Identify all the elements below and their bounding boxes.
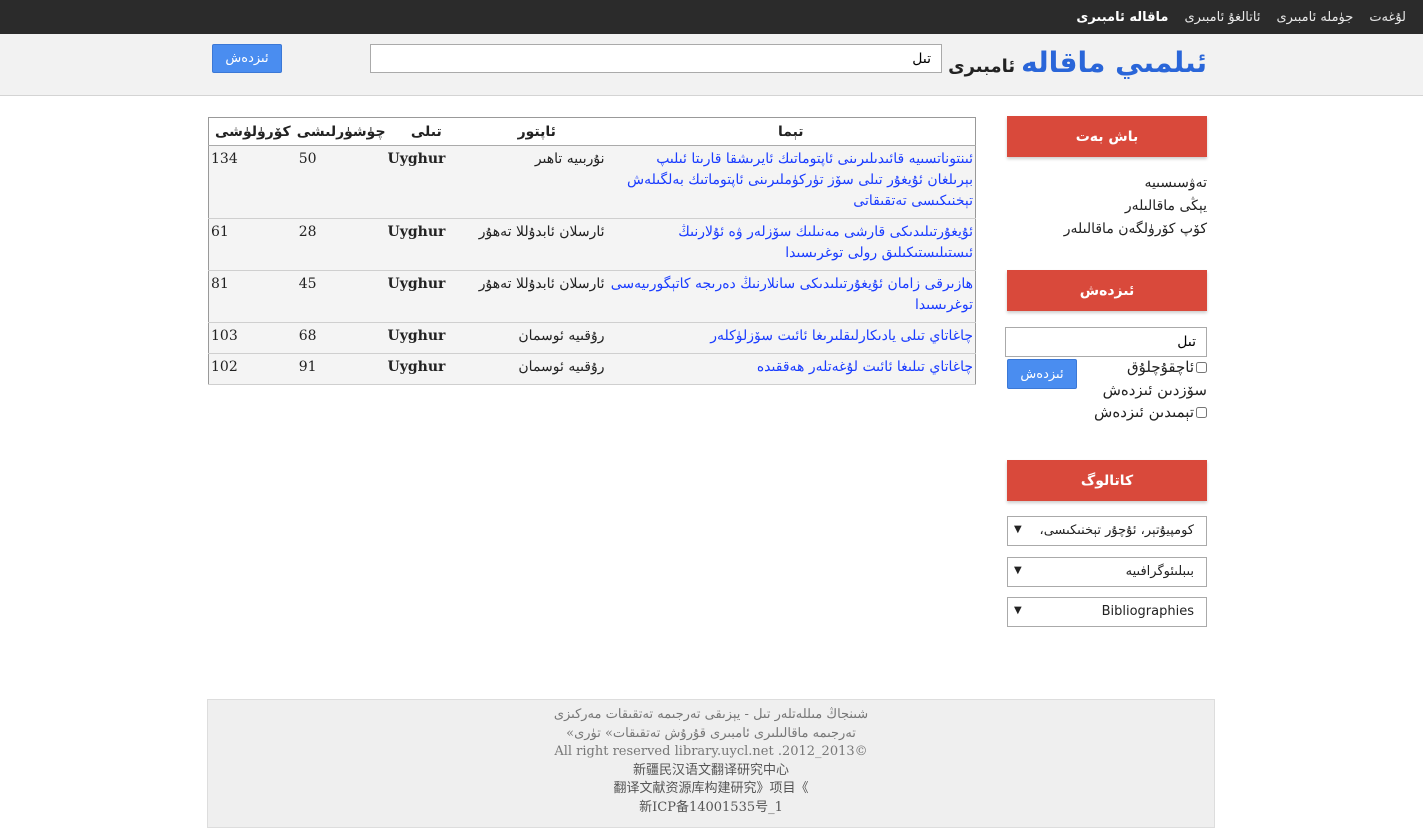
downloads-cell: 68 [296,322,386,354]
top-nav: لۇغەت جۈملە ئامبىرى ئاتالغۇ ئامبىرى ماقا… [1076,0,1406,34]
downloads-cell: 50 [296,145,386,219]
downloads-cell: 45 [296,270,386,323]
table-row: چاغاتاي تىلى يادىكارلىقلىرىغا ئائىت سۆزل… [208,322,976,354]
article-title-link[interactable]: ئىنتوناتسىيە قائىدىلىرىنى ئاپتوماتىك ئاي… [627,151,973,209]
option-search-words[interactable]: سۆزدىن ئىزدەش [1103,381,1207,399]
column-header-downloads[interactable]: چۈشۈرلىشى [296,117,386,146]
table-row: ئۇيغۇرتىلىدىكى قارشى مەنىلىك سۆزلەر ۋە ئ… [208,218,976,271]
language-cell: Uyghur [385,218,467,271]
search-input[interactable] [370,44,942,73]
views-cell: 102 [208,353,297,385]
column-header-views[interactable]: كۆرۈلۈشى [208,117,297,146]
nav-term-bank[interactable]: ئاتالغۇ ئامبىرى [1184,10,1260,25]
views-cell: 103 [208,322,297,354]
author-cell: ئارسلان ئابدۇللا تەھۇر [467,270,607,323]
footer-copyright: All right reserved library.uycl.net .201… [554,744,868,759]
catalog-select-2-value: بىبلىئوگرافىيە [1125,564,1194,579]
keyword-checkbox[interactable] [1196,361,1207,373]
footer-icp-number: 新ICP备14001535号_1 [639,799,783,815]
logo-sub-text: ئامبىرى [948,56,1016,77]
column-header-language[interactable]: تىلى [385,117,467,146]
chevron-down-icon: ▼ [1014,565,1022,576]
views-cell: 61 [208,218,297,271]
chevron-down-icon: ▼ [1014,524,1022,535]
author-cell: ئارسلان ئابدۇللا تەھۇر [467,218,607,271]
language-cell: Uyghur [385,270,467,323]
top-bar: لۇغەت جۈملە ئامبىرى ئاتالغۇ ئامبىرى ماقا… [0,0,1423,34]
table-row: ئىنتوناتسىيە قائىدىلىرىنى ئاپتوماتىك ئاي… [208,145,976,219]
author-cell: رۇقىيە ئوسمان [467,353,607,385]
article-title-link[interactable]: ھازىرقى زامان ئۇيغۇرتىلىدىكى سانلارنىڭ د… [611,276,973,313]
search-words-label: سۆزدىن ئىزدەش [1102,381,1207,399]
downloads-cell: 28 [296,218,386,271]
footer: شىنجاڭ مىللەتلەر تىل - يېزىقى تەرجىمە تە… [207,699,1215,828]
author-cell: نۇربىيە تاھىر [467,145,607,219]
sidebar-home-heading[interactable]: باش بەت [1007,116,1207,157]
table-row: ھازىرقى زامان ئۇيغۇرتىلىدىكى سانلارنىڭ د… [208,270,976,323]
sidebar-link-recommended[interactable]: تەۋسىسىيە [1064,172,1207,195]
option-keyword[interactable]: ئاچقۇچلۇق [1127,358,1207,376]
footer-org-name-cn: 新疆民汉语文翻译研究中心 [632,762,789,778]
sidebar-search-input[interactable] [1005,327,1207,357]
results-table: تېما ئاپتور تىلى چۈشۈرلىشى كۆرۈلۈشى ئىنت… [208,117,976,385]
column-header-title[interactable]: تېما [606,117,976,146]
nav-sentence-bank[interactable]: جۈملە ئامبىرى [1276,10,1353,25]
sidebar-link-most-viewed[interactable]: كۆپ كۆرۈلگەن ماقالىلەر [1064,218,1207,241]
language-cell: Uyghur [385,353,467,385]
topic-checkbox[interactable] [1196,406,1207,418]
table-row: چاغاتاي تىلىغا ئائىت لۇغەتلەر ھەققىدە رۇ… [208,353,976,385]
language-cell: Uyghur [385,145,467,219]
article-title-link[interactable]: چاغاتاي تىلىغا ئائىت لۇغەتلەر ھەققىدە [757,359,973,375]
views-cell: 134 [208,145,297,219]
article-title-link[interactable]: ئۇيغۇرتىلىدىكى قارشى مەنىلىك سۆزلەر ۋە ئ… [678,224,973,261]
logo-main-text: ئىلمىي ماقالە [1021,46,1207,79]
search-button[interactable]: ئىزدەش [212,44,282,73]
sidebar-search-button[interactable]: ئىزدەش [1007,359,1077,389]
catalog-select-3-value: Bibliographies [1101,604,1194,619]
site-logo[interactable]: ئىلمىي ماقالەئامبىرى [948,46,1207,79]
article-title-link[interactable]: چاغاتاي تىلى يادىكارلىقلىرىغا ئائىت سۆزل… [710,328,973,344]
catalog-select-1-value: كومپيۇتېر، ئۇچۇر تېخنىكىسى، [1039,523,1194,538]
option-search-topic[interactable]: تېمىدىن ئىزدەش [1094,403,1207,421]
nav-article-bank[interactable]: ماقالە ئامبىرى [1076,10,1168,25]
downloads-cell: 91 [296,353,386,385]
author-cell: رۇقىيە ئوسمان [467,322,607,354]
keyword-label: ئاچقۇچلۇق [1127,358,1194,376]
chevron-down-icon: ▼ [1014,605,1022,616]
footer-project-name: «تەرجىمە ماقالىلىرى ئامبىرى قۇرۇش تەتقىق… [566,725,856,741]
column-header-author[interactable]: ئاپتور [467,117,607,146]
topic-label: تېمىدىن ئىزدەش [1094,403,1194,421]
footer-project-name-cn: 翻译文献资源库构建研究》项目《 [613,781,809,796]
language-cell: Uyghur [385,322,467,354]
sidebar-link-new-articles[interactable]: يېڭى ماقالىلەر [1064,195,1207,218]
footer-org-name: شىنجاڭ مىللەتلەر تىل - يېزىقى تەرجىمە تە… [553,707,869,722]
header: ئىلمىي ماقالەئامبىرى ئىزدەش [0,34,1423,96]
sidebar-links: تەۋسىسىيە يېڭى ماقالىلەر كۆپ كۆرۈلگەن ما… [1064,172,1207,241]
table-header-row: تېما ئاپتور تىلى چۈشۈرلىشى كۆرۈلۈشى [208,117,976,146]
nav-dictionary[interactable]: لۇغەت [1369,10,1406,25]
sidebar-search-heading: ئىزدەش [1007,270,1207,311]
catalog-select-1[interactable]: كومپيۇتېر، ئۇچۇر تېخنىكىسى، ▼ [1007,516,1207,546]
catalog-select-2[interactable]: بىبلىئوگرافىيە ▼ [1007,557,1207,587]
catalog-select-3[interactable]: Bibliographies ▼ [1007,597,1207,627]
views-cell: 81 [208,270,297,323]
sidebar-catalog-heading: كاتالوگ [1007,460,1207,501]
